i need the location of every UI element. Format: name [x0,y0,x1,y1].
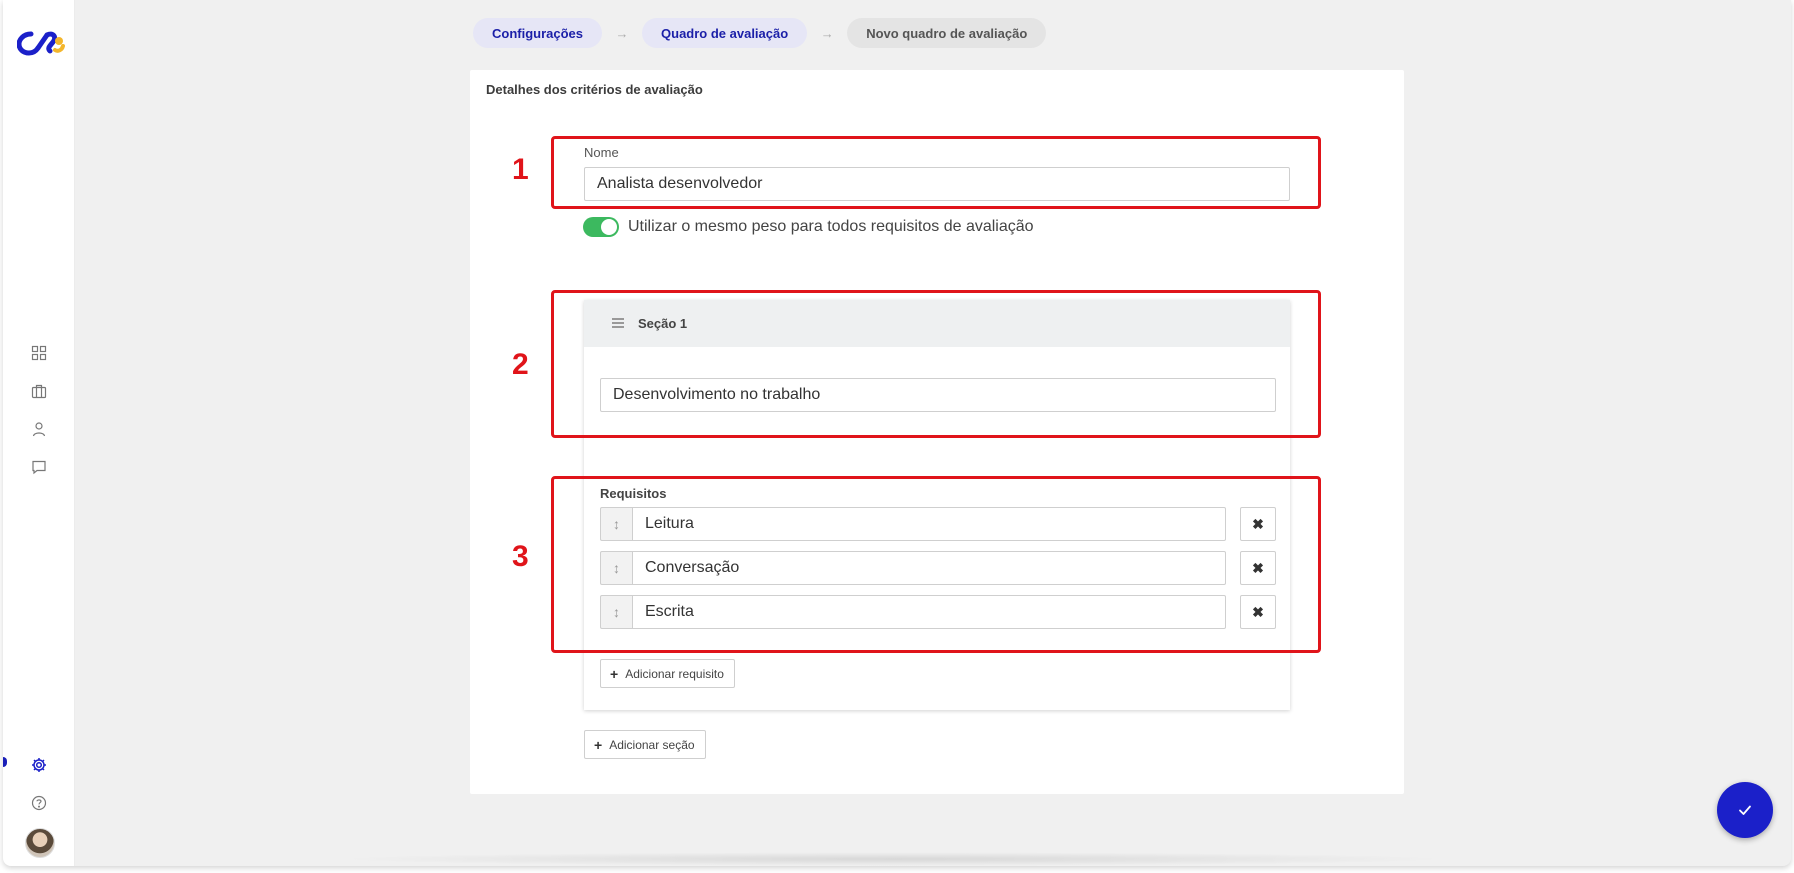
reorder-icon[interactable]: ↕ [600,551,632,585]
requirement-row: ↕ ✖ [600,595,1276,629]
active-indicator [3,757,7,767]
sidebar [3,0,75,866]
app-window: Configurações → Quadro de avaliação → No… [3,0,1791,866]
help-icon[interactable] [29,793,49,813]
user-avatar[interactable] [25,828,55,858]
plus-icon: + [594,736,603,753]
requirements-label: Requisitos [600,486,667,501]
breadcrumb-quadro-de-avaliacao[interactable]: Quadro de avaliação [642,18,808,48]
close-icon: ✖ [1252,559,1264,576]
breadcrumb-arrow-icon: → [820,25,834,41]
plus-icon: + [610,665,619,682]
breadcrumb-current: Novo quadro de avaliação [847,18,1047,48]
requirement-input[interactable] [632,595,1226,629]
section-title: Seção 1 [638,316,688,331]
briefcase-icon[interactable] [29,381,49,401]
drag-handle-icon[interactable] [612,318,624,328]
close-icon: ✖ [1252,515,1264,532]
same-weight-label: Utilizar o mesmo peso para todos requisi… [628,218,1034,235]
add-section-button[interactable]: + Adicionar seção [584,730,706,759]
save-button[interactable] [1717,782,1773,838]
remove-requirement-button[interactable]: ✖ [1240,595,1276,629]
annotation-number-1: 1 [512,153,529,186]
section-header: Seção 1 [584,300,1290,347]
add-requirement-button[interactable]: + Adicionar requisito [600,659,735,688]
card-title: Detalhes dos critérios de avaliação [486,82,703,97]
remove-requirement-button[interactable]: ✖ [1240,507,1276,541]
add-section-label: Adicionar seção [609,737,695,752]
section-name-input[interactable] [600,378,1276,412]
same-weight-toggle[interactable] [583,217,619,237]
requirement-input[interactable] [632,507,1226,541]
settings-icon[interactable] [29,755,49,775]
check-icon [1739,805,1751,815]
reorder-icon[interactable]: ↕ [600,507,632,541]
requirement-row: ↕ ✖ [600,507,1276,541]
breadcrumb-configuracoes[interactable]: Configurações [473,18,603,48]
breadcrumb-arrow-icon: → [615,25,629,41]
user-icon[interactable] [29,419,49,439]
add-requirement-label: Adicionar requisito [625,666,724,681]
criteria-details-card: Detalhes dos critérios de avaliação Nome… [470,70,1404,794]
brand-logo[interactable] [16,28,65,56]
requirement-input[interactable] [632,551,1226,585]
chat-icon[interactable] [29,457,49,477]
requirement-row: ↕ ✖ [600,551,1276,585]
toggle-knob [601,219,617,235]
bottom-shadow [333,852,1453,866]
name-input[interactable] [584,167,1290,201]
breadcrumb: Configurações → Quadro de avaliação → No… [473,18,1047,48]
dashboard-icon[interactable] [29,343,49,363]
remove-requirement-button[interactable]: ✖ [1240,551,1276,585]
annotation-number-2: 2 [512,348,529,381]
reorder-icon[interactable]: ↕ [600,595,632,629]
annotation-number-3: 3 [512,540,529,573]
close-icon: ✖ [1252,603,1264,620]
name-label: Nome [584,145,619,160]
section-card: Seção 1 Requisitos ↕ ✖ ↕ ✖ ↕ ✖ + Adi [584,300,1290,710]
